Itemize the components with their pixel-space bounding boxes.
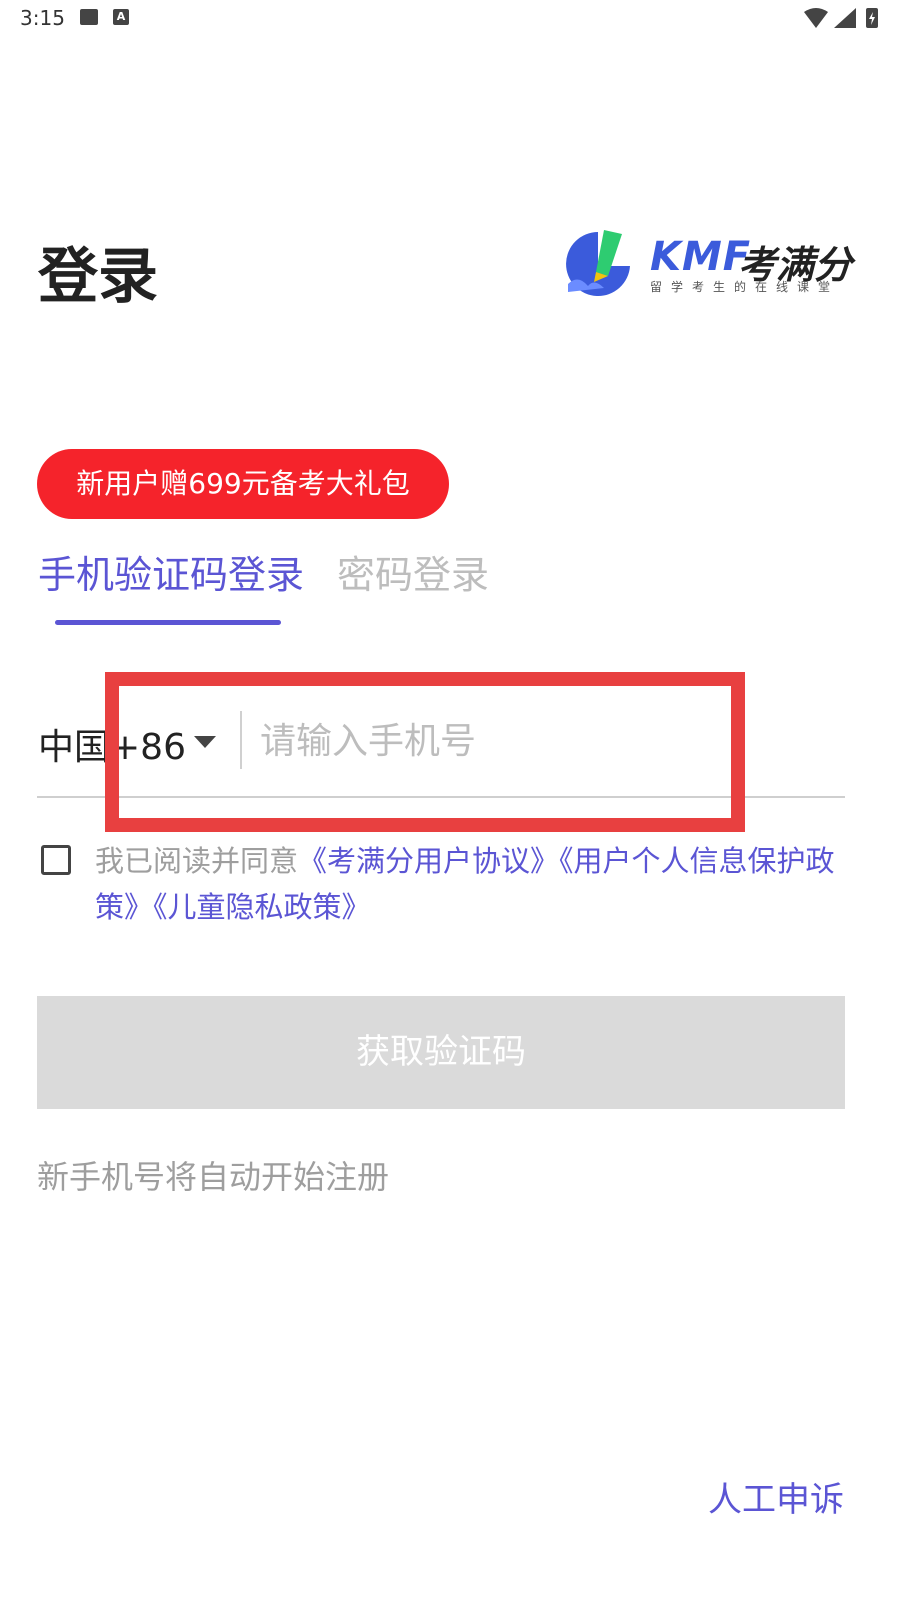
signal-icon xyxy=(834,8,856,28)
country-code-selector[interactable]: 中国+86 xyxy=(38,718,186,770)
rocket-logo-icon xyxy=(566,230,630,296)
kmf-logo: KMF 考满分 留学考生的在线课堂 xyxy=(558,226,858,300)
tab-password-login[interactable]: 密码登录 xyxy=(337,544,489,599)
chevron-down-icon[interactable] xyxy=(194,736,216,748)
image-icon xyxy=(80,9,98,25)
agreement-prefix: 我已阅读并同意 xyxy=(95,844,299,878)
a-icon: A xyxy=(113,9,129,25)
logo-tagline: 留学考生的在线课堂 xyxy=(650,280,840,294)
status-time: 3:15 xyxy=(20,6,65,30)
agreement-text: 我已阅读并同意《考满分用户协议》《用户个人信息保护政策》《儿童隐私政策》 xyxy=(95,838,835,930)
status-right-icons xyxy=(804,8,878,28)
tab-sms-login[interactable]: 手机验证码登录 xyxy=(38,544,304,599)
input-underline xyxy=(37,796,845,798)
phone-input[interactable] xyxy=(260,708,730,774)
child-privacy-link[interactable]: 《儿童隐私政策》 xyxy=(153,890,371,924)
tab-indicator xyxy=(55,620,281,625)
promo-badge[interactable]: 新用户赠699元备考大礼包 xyxy=(37,449,449,519)
get-code-button[interactable]: 获取验证码 xyxy=(37,996,845,1109)
field-divider xyxy=(240,711,242,769)
page-title: 登录 xyxy=(38,242,158,312)
status-bar: 3:15 A xyxy=(0,0,900,36)
appeal-link[interactable]: 人工申诉 xyxy=(708,1472,844,1521)
user-agreement-link[interactable]: 《考满分用户协议》 xyxy=(298,844,559,878)
auto-register-hint: 新手机号将自动开始注册 xyxy=(37,1158,390,1196)
wifi-icon xyxy=(804,8,828,28)
logo-name: KMF xyxy=(650,234,752,280)
agree-checkbox[interactable] xyxy=(41,845,71,875)
